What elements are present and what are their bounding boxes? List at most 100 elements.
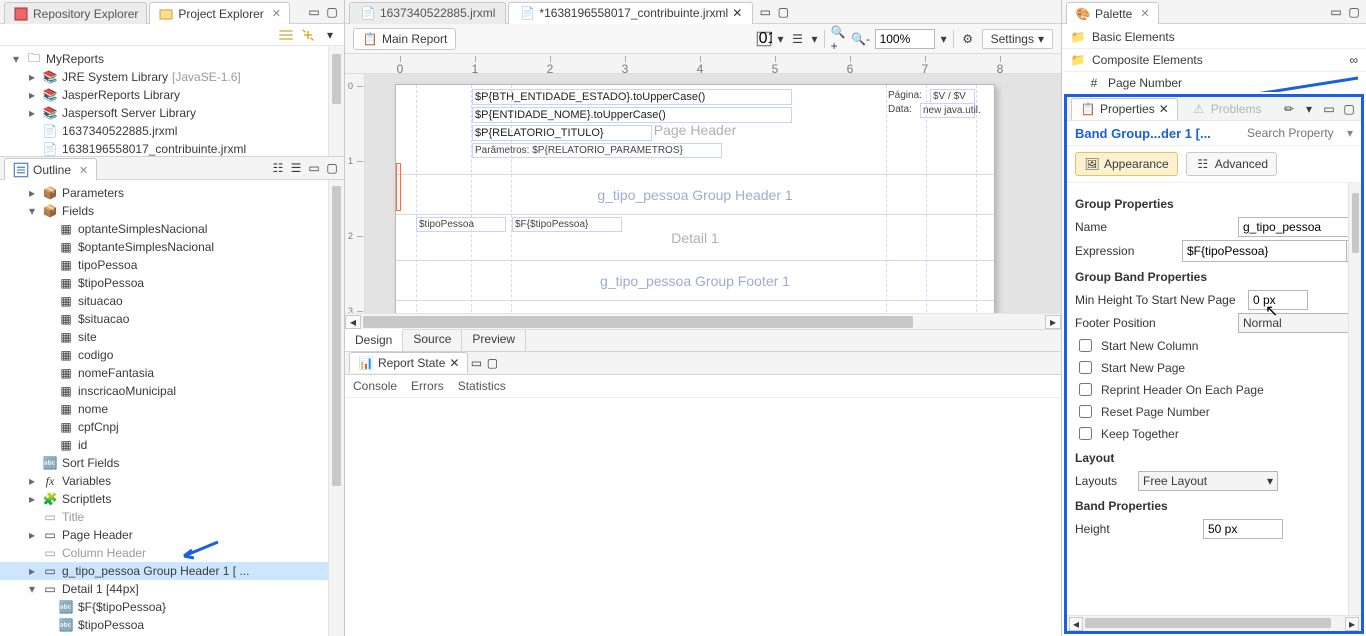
editor-tab-active[interactable]: 📄*1638196558017_contribuinte.jrxml✕ — [508, 2, 753, 24]
tab-repository-explorer[interactable]: Repository Explorer — [4, 2, 147, 24]
settings-button[interactable]: Settings ▾ — [982, 29, 1053, 49]
outline-field[interactable]: ▦site — [0, 328, 344, 346]
view-advanced[interactable]: ☷Advanced — [1186, 152, 1277, 176]
tab-project-explorer[interactable]: Project Explorer ✕ — [149, 2, 290, 24]
outline-field[interactable]: ▦codigo — [0, 346, 344, 364]
tool-icon[interactable]: 010 — [756, 31, 772, 47]
minimize-icon[interactable]: ▭ — [306, 160, 322, 176]
project-tree[interactable]: ▾🗀MyReports ▸📚JRE System Library [JavaSE… — [0, 46, 344, 156]
outline-tree[interactable]: ▸📦Parameters ▾📦Fields ▦optanteSimplesNac… — [0, 180, 344, 636]
maximize-icon[interactable]: ▢ — [775, 4, 791, 20]
outline-column-header[interactable]: ▭Column Header — [0, 544, 344, 562]
outline-field[interactable]: ▦cpfCnpj — [0, 418, 344, 436]
static-text[interactable]: Página: — [886, 89, 926, 102]
tab-palette[interactable]: 🎨Palette✕ — [1066, 2, 1159, 24]
close-icon[interactable]: ✕ — [449, 356, 459, 370]
close-icon[interactable]: ✕ — [272, 7, 281, 20]
outline-field[interactable]: ▦inscricaoMunicipal — [0, 382, 344, 400]
outline-fields[interactable]: ▾📦Fields — [0, 202, 344, 220]
scrollbar-vertical[interactable] — [328, 180, 344, 636]
tree-item[interactable]: ▸📚Jaspersoft Server Library — [0, 104, 344, 122]
outline-field[interactable]: ▦$tipoPessoa — [0, 274, 344, 292]
text-field[interactable]: new java.util. — [920, 103, 975, 118]
editor-tab[interactable]: 📄1637340522885.jrxml — [349, 2, 506, 24]
ruler-horizontal[interactable]: 012345678 — [345, 54, 1061, 74]
minimize-icon[interactable]: ▭ — [1321, 101, 1337, 117]
new-icon[interactable]: ✏ — [1281, 101, 1297, 117]
report-page[interactable]: Page Header $P{BTH_ENTIDADE_ESTADO}.toUp… — [395, 84, 995, 313]
text-field[interactable]: $P{RELATORIO_TITULO} — [472, 125, 652, 141]
mode-design[interactable]: Design — [345, 329, 403, 351]
tree-item[interactable]: ▸📚JRE System Library [JavaSE-1.6] — [0, 68, 344, 86]
zoom-input[interactable] — [875, 29, 935, 49]
collapse-all-icon[interactable] — [278, 27, 294, 43]
pin-icon[interactable]: ▾ — [1301, 101, 1317, 117]
band-detail[interactable]: Detail 1 $tipoPessoa $F{$tipoPessoa} — [396, 215, 994, 261]
close-icon[interactable]: ✕ — [1140, 7, 1149, 20]
scrollbar-vertical[interactable] — [1348, 183, 1361, 615]
tab-problems[interactable]: ⚠Problems — [1182, 98, 1271, 120]
mode-source[interactable]: Source — [403, 330, 462, 351]
outline-field[interactable]: ▦$situacao — [0, 310, 344, 328]
outline-title-band[interactable]: ▭Title — [0, 508, 344, 526]
link-editor-icon[interactable] — [300, 27, 316, 43]
outline-detail[interactable]: ▾▭Detail 1 [44px] — [0, 580, 344, 598]
band-page-header[interactable]: Page Header $P{BTH_ENTIDADE_ESTADO}.toUp… — [396, 85, 994, 175]
expression-input[interactable] — [1182, 240, 1347, 262]
close-icon[interactable]: ✕ — [79, 164, 88, 177]
outline-sort-fields[interactable]: 🔤Sort Fields — [0, 454, 344, 472]
text-field[interactable]: $V / $V — [930, 89, 975, 104]
zoom-out-icon[interactable]: 🔍- — [853, 31, 869, 47]
list-mode-icon[interactable]: ☰ — [288, 160, 304, 176]
outline-field[interactable]: ▦id — [0, 436, 344, 454]
text-field[interactable]: $F{$tipoPessoa} — [512, 217, 622, 232]
minimize-icon[interactable]: ▭ — [757, 4, 773, 20]
ruler-vertical[interactable]: 0123 — [345, 74, 365, 313]
minimize-icon[interactable]: ▭ — [1328, 4, 1344, 20]
maximize-icon[interactable]: ▢ — [484, 355, 500, 371]
subtab-console[interactable]: Console — [353, 379, 397, 393]
outline-field[interactable]: ▦tipoPessoa — [0, 256, 344, 274]
design-canvas[interactable]: Page Header $P{BTH_ENTIDADE_ESTADO}.toUp… — [365, 74, 1061, 313]
tree-root[interactable]: ▾🗀MyReports — [0, 50, 344, 68]
maximize-icon[interactable]: ▢ — [324, 4, 340, 20]
chk-start-new-page[interactable] — [1079, 361, 1092, 374]
tab-properties[interactable]: 📋Properties✕ — [1071, 98, 1178, 120]
chk-reset-page-number[interactable] — [1079, 405, 1092, 418]
palette-group-composite[interactable]: 📁Composite Elements∞ — [1062, 48, 1366, 71]
outline-variables[interactable]: ▸fxVariables — [0, 472, 344, 490]
text-field[interactable]: $P{BTH_ENTIDADE_ESTADO}.toUpperCase() — [472, 89, 792, 105]
view-menu-icon[interactable]: ▾ — [322, 27, 338, 43]
close-icon[interactable]: ✕ — [1159, 102, 1169, 116]
text-field[interactable]: Parâmetros: $P{RELATORIO_PARAMETROS} — [472, 143, 722, 158]
properties-body[interactable]: Group Properties Name Expression ▴▾ Grou… — [1067, 183, 1361, 615]
text-field[interactable]: $tipoPessoa — [416, 217, 506, 232]
band-group-footer[interactable]: g_tipo_pessoa Group Footer 1 — [396, 261, 994, 301]
subtab-stats[interactable]: Statistics — [458, 379, 506, 393]
chk-keep-together[interactable] — [1079, 427, 1092, 440]
view-appearance[interactable]: 🖼Appearance — [1075, 152, 1178, 176]
tab-outline[interactable]: Outline ✕ — [4, 158, 97, 180]
band-page-footer[interactable]: Page Footer — [396, 301, 994, 313]
minimize-icon[interactable]: ▭ — [468, 355, 484, 371]
minimize-icon[interactable]: ▭ — [306, 4, 322, 20]
outline-page-header[interactable]: ▸▭Page Header — [0, 526, 344, 544]
zoom-in-icon[interactable]: 🔍+ — [831, 31, 847, 47]
gear-icon[interactable]: ⚙ — [960, 31, 976, 47]
mode-preview[interactable]: Preview — [462, 330, 526, 351]
footer-position-select[interactable]: Normal — [1238, 313, 1358, 333]
tree-item[interactable]: ▸📚JasperReports Library — [0, 86, 344, 104]
outline-detail-field[interactable]: 🔤$tipoPessoa — [0, 616, 344, 634]
name-input[interactable] — [1238, 217, 1358, 237]
maximize-icon[interactable]: ▢ — [1341, 101, 1357, 117]
layouts-select[interactable]: Free Layout▾ — [1138, 471, 1278, 491]
outline-field[interactable]: ▦nomeFantasia — [0, 364, 344, 382]
outline-parameters[interactable]: ▸📦Parameters — [0, 184, 344, 202]
palette-group-basic[interactable]: 📁Basic Elements — [1062, 26, 1366, 48]
tree-mode-icon[interactable]: ☷ — [270, 160, 286, 176]
text-field[interactable]: $P{ENTIDADE_NOME}.toUpperCase() — [472, 107, 792, 123]
maximize-icon[interactable]: ▢ — [1346, 4, 1362, 20]
outline-field[interactable]: ▦nome — [0, 400, 344, 418]
breadcrumb[interactable]: Band Group...der 1 [... — [1075, 126, 1211, 141]
height-input[interactable] — [1203, 519, 1283, 539]
